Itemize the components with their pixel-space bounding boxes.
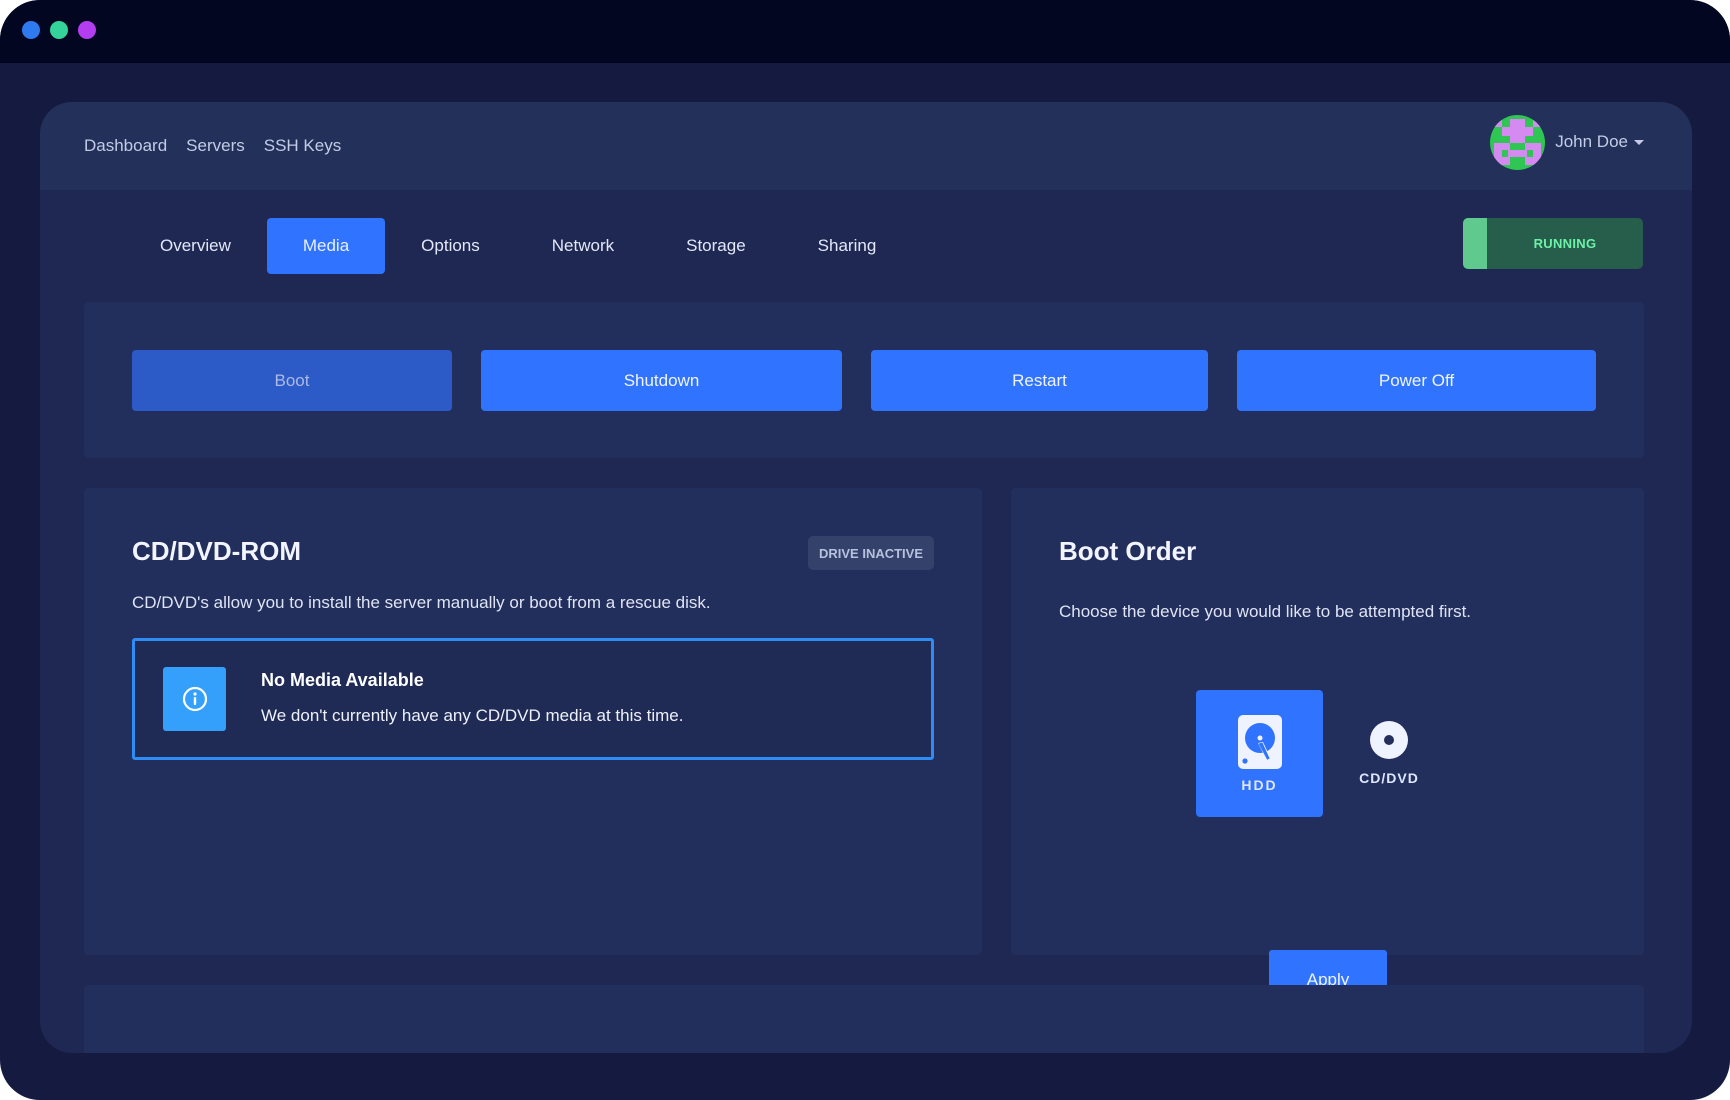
status-badge: RUNNING xyxy=(1463,218,1643,269)
tab-sharing[interactable]: Sharing xyxy=(782,218,913,274)
nav-servers[interactable]: Servers xyxy=(186,136,245,156)
main-nav: Dashboard Servers SSH Keys xyxy=(84,102,341,190)
power-actions-panel: Boot Shutdown Restart Power Off xyxy=(84,302,1644,458)
bottom-panel xyxy=(84,985,1644,1053)
boot-button[interactable]: Boot xyxy=(132,350,452,411)
tab-media[interactable]: Media xyxy=(266,218,386,274)
cdrom-description: CD/DVD's allow you to install the server… xyxy=(132,593,711,612)
boot-device-list: HDD CD/DVD xyxy=(1196,690,1429,817)
avatar xyxy=(1490,114,1546,170)
no-media-notice: No Media Available We don't currently ha… xyxy=(132,638,934,760)
boot-device-hdd[interactable]: HDD xyxy=(1196,690,1323,817)
disc-icon xyxy=(1370,721,1408,759)
cddvd-label: CD/DVD xyxy=(1359,770,1419,786)
boot-order-panel: Boot Order Choose the device you would l… xyxy=(1011,488,1644,1010)
cdrom-title: CD/DVD-ROM xyxy=(132,536,301,566)
title-bar xyxy=(0,0,1730,63)
cdrom-panel: CD/DVD-ROM DRIVE INACTIVE CD/DVD's allow… xyxy=(84,488,982,955)
window-maximize-dot[interactable] xyxy=(78,21,96,39)
top-header: Dashboard Servers SSH Keys John Doe xyxy=(40,102,1692,190)
drive-status-badge: DRIVE INACTIVE xyxy=(807,536,934,570)
boot-order-description: Choose the device you would like to be a… xyxy=(1059,602,1472,621)
nav-dashboard[interactable]: Dashboard xyxy=(84,136,167,156)
window-close-dot[interactable] xyxy=(22,21,40,39)
tab-storage[interactable]: Storage xyxy=(650,218,782,274)
hdd-label: HDD xyxy=(1241,776,1278,793)
app-window: Dashboard Servers SSH Keys John Doe Over… xyxy=(0,0,1730,1100)
boot-order-title: Boot Order xyxy=(1059,536,1197,566)
user-name: John Doe xyxy=(1555,132,1628,151)
status-indicator-bar xyxy=(1463,218,1487,269)
user-menu[interactable]: John Doe xyxy=(1490,114,1644,170)
window-minimize-dot[interactable] xyxy=(50,21,68,39)
tab-bar: Overview Media Options Network Storage S… xyxy=(124,218,912,274)
info-icon xyxy=(163,667,226,731)
notice-text: We don't currently have any CD/DVD media… xyxy=(261,706,684,725)
tab-overview[interactable]: Overview xyxy=(124,218,267,274)
notice-title: No Media Available xyxy=(261,670,424,690)
shutdown-button[interactable]: Shutdown xyxy=(481,350,842,411)
tab-network[interactable]: Network xyxy=(516,218,650,274)
hard-drive-icon xyxy=(1237,714,1282,769)
status-label: RUNNING xyxy=(1533,236,1597,251)
tab-options[interactable]: Options xyxy=(385,218,516,274)
main-card: Dashboard Servers SSH Keys John Doe Over… xyxy=(40,102,1692,1053)
nav-ssh-keys[interactable]: SSH Keys xyxy=(264,136,341,156)
restart-button[interactable]: Restart xyxy=(871,350,1208,411)
power-off-button[interactable]: Power Off xyxy=(1237,350,1596,411)
boot-device-cddvd[interactable]: CD/DVD xyxy=(1349,690,1429,817)
caret-down-icon xyxy=(1634,139,1644,145)
